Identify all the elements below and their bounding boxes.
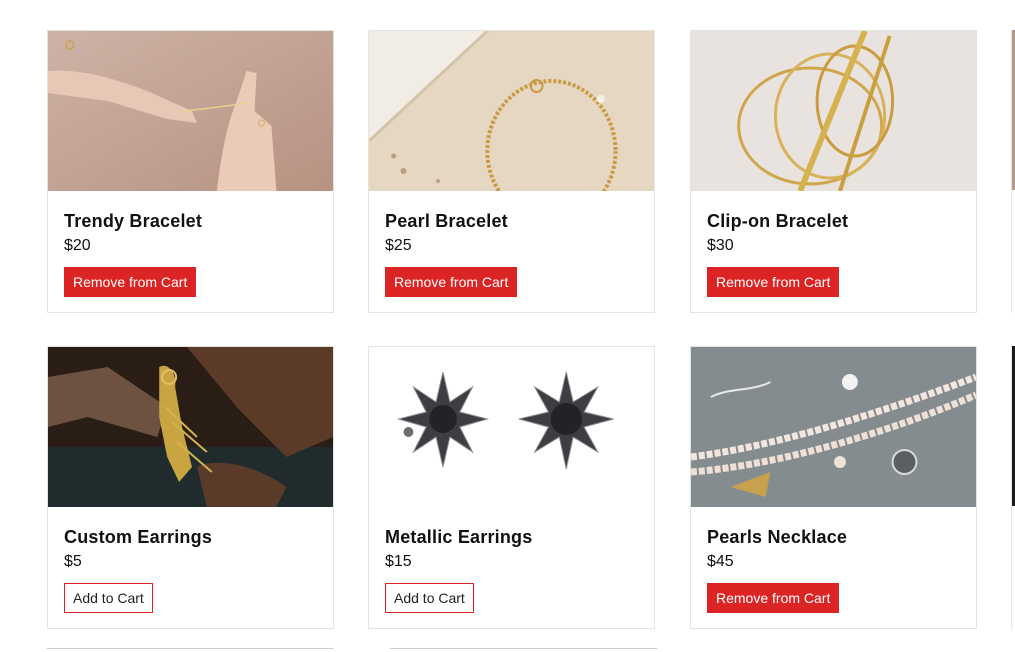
product-card: Custom Earrings $5 Add to Cart xyxy=(47,346,334,629)
product-name: Clip-on Bracelet xyxy=(707,211,849,231)
jeweler-hands-earring-photo xyxy=(48,347,333,507)
product-name: Custom Earrings xyxy=(64,527,213,547)
gold-cuff-bracelets-photo xyxy=(691,31,976,191)
star-earrings-photo xyxy=(369,347,654,507)
product-price: $25 xyxy=(385,237,412,254)
add-to-cart-button[interactable]: Add to Cart xyxy=(64,583,153,613)
product-name: Trendy Bracelet xyxy=(64,211,203,231)
product-card: Clip-on Bracelet $30 Remove from Cart xyxy=(690,30,977,313)
product-name: Metallic Earrings xyxy=(385,527,533,547)
gold-chain-bracelet-photo xyxy=(369,31,654,191)
pearl-necklace-photo xyxy=(691,347,976,507)
product-card: Pearl Bracelet $25 Remove from Cart xyxy=(368,30,655,313)
product-card-partial-border xyxy=(1011,30,1015,313)
remove-from-cart-button[interactable]: Remove from Cart xyxy=(707,267,840,297)
remove-from-cart-button[interactable]: Remove from Cart xyxy=(64,267,197,297)
product-price: $45 xyxy=(707,553,734,570)
product-card: Trendy Bracelet $20 Remove from Cart xyxy=(47,30,334,313)
next-row-edge xyxy=(390,648,657,649)
remove-from-cart-button[interactable]: Remove from Cart xyxy=(385,267,518,297)
hands-bracelet-photo xyxy=(48,31,333,191)
product-price: $30 xyxy=(707,237,734,254)
product-name: Pearls Necklace xyxy=(707,527,848,547)
product-card-partial-border xyxy=(1011,346,1015,629)
product-name: Pearl Bracelet xyxy=(385,211,508,231)
add-to-cart-button[interactable]: Add to Cart xyxy=(385,583,474,613)
product-price: $15 xyxy=(385,553,412,570)
product-card: Pearls Necklace $45 Remove from Cart xyxy=(690,346,977,629)
remove-from-cart-button[interactable]: Remove from Cart xyxy=(707,583,840,613)
product-grid: Trendy Bracelet $20 Remove from Cart Pea… xyxy=(0,0,1015,652)
product-price: $20 xyxy=(64,237,91,254)
product-price: $5 xyxy=(64,553,82,570)
product-card: Metallic Earrings $15 Add to Cart xyxy=(368,346,655,629)
next-row-edge xyxy=(47,648,334,649)
